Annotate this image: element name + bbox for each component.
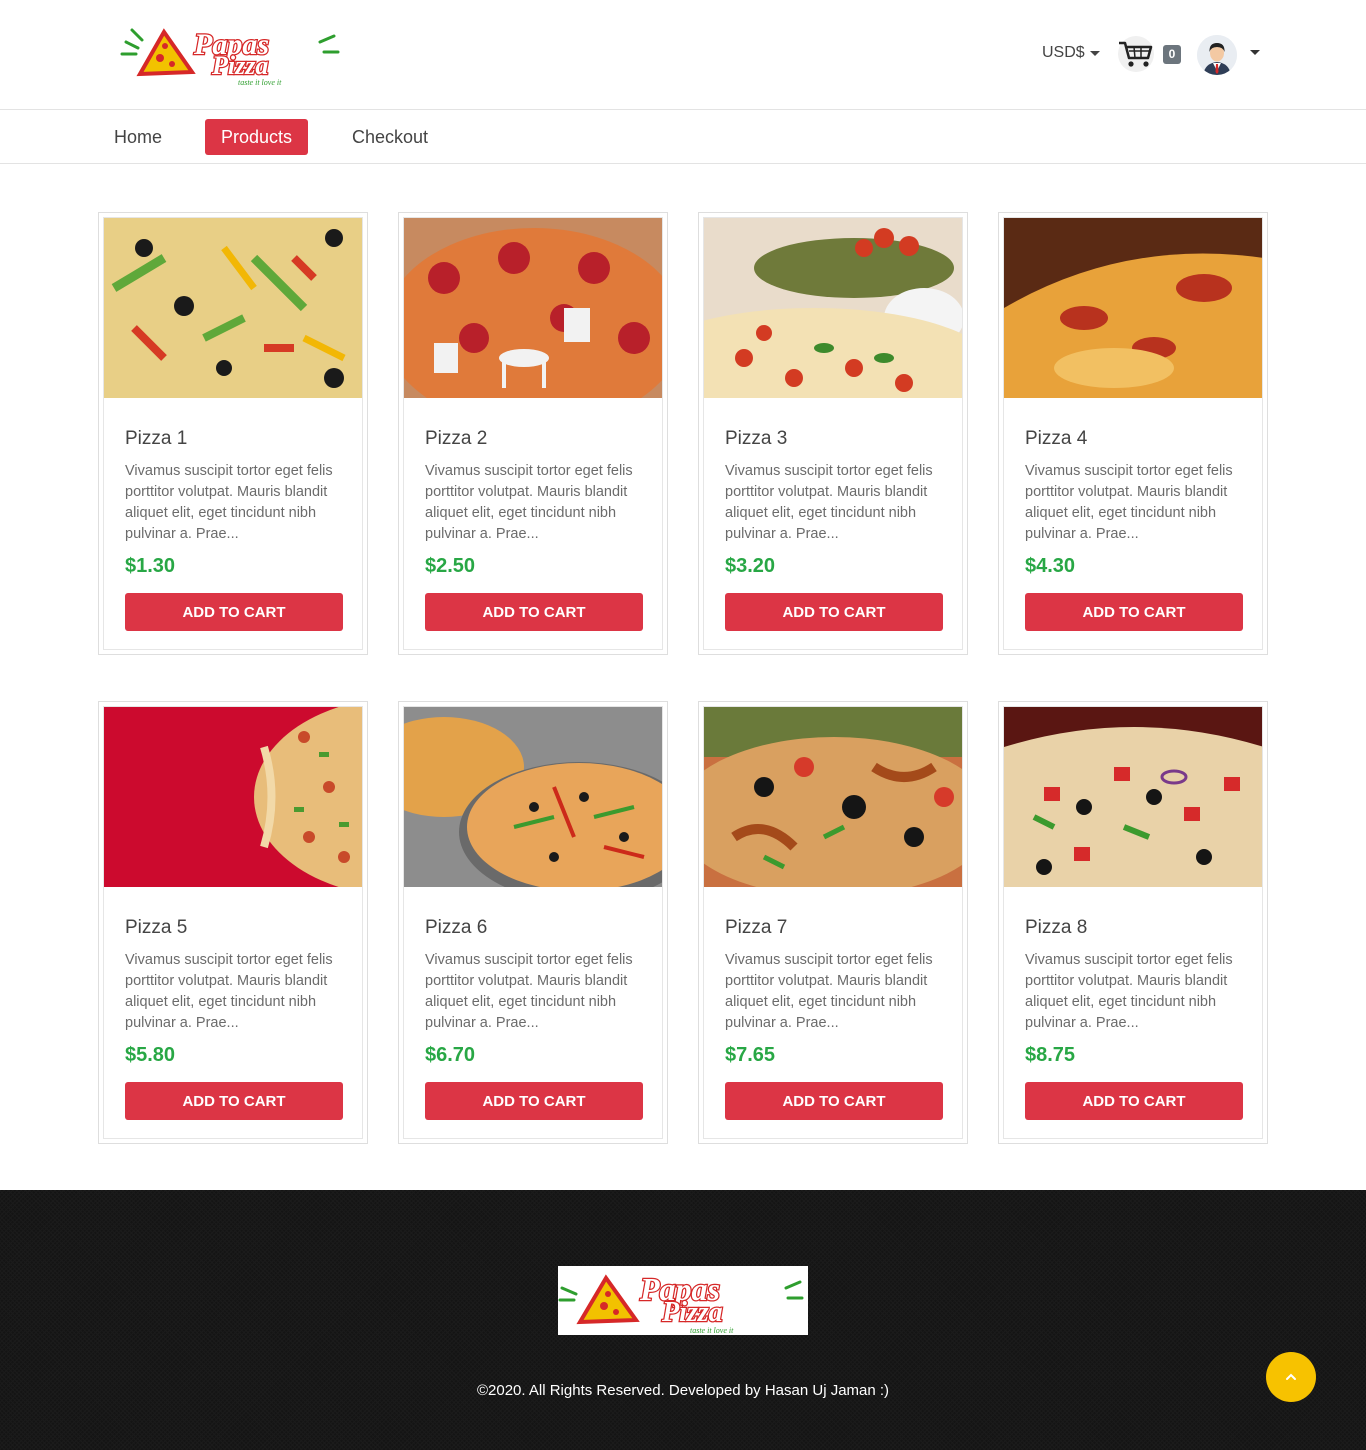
svg-text:Pizza: Pizza — [661, 1297, 723, 1328]
product-description: Vivamus suscipit tortor eget felis portt… — [725, 463, 933, 542]
product-title[interactable]: Pizza 3 — [725, 428, 787, 450]
product-title[interactable]: Pizza 1 — [125, 428, 187, 450]
product-description: Vivamus suscipit tortor eget felis portt… — [725, 952, 933, 1031]
user-menu-caret-icon[interactable] — [1250, 50, 1260, 55]
add-to-cart-button[interactable]: ADD TO CART — [425, 1082, 643, 1120]
product-price: $7.65 — [725, 1044, 776, 1066]
product-price: $1.30 — [125, 555, 176, 577]
product-card: Pizza 2 Vivamus suscipit tortor eget fel… — [398, 212, 668, 655]
nav-checkout[interactable]: Checkout — [336, 119, 444, 155]
currency-selector[interactable]: USD$ — [1042, 44, 1100, 62]
product-price: $5.80 — [125, 1044, 176, 1066]
add-to-cart-button[interactable]: ADD TO CART — [1025, 593, 1243, 631]
svg-text:Pizza: Pizza — [211, 51, 268, 80]
product-image[interactable] — [104, 218, 363, 398]
product-card: Pizza 6 Vivamus suscipit tortor eget fel… — [398, 701, 668, 1144]
product-title[interactable]: Pizza 7 — [725, 917, 787, 939]
product-card-body: Pizza 3 Vivamus suscipit tortor eget fel… — [703, 217, 963, 650]
top-header: Papas Pizza taste it love it USD$ 0 — [0, 0, 1366, 110]
product-card-body: Pizza 8 Vivamus suscipit tortor eget fel… — [1003, 706, 1263, 1139]
product-image[interactable] — [404, 707, 663, 887]
product-description: Vivamus suscipit tortor eget felis portt… — [125, 952, 333, 1031]
product-image[interactable] — [104, 707, 363, 887]
product-card-body: Pizza 2 Vivamus suscipit tortor eget fel… — [403, 217, 663, 650]
user-avatar-icon[interactable] — [1197, 35, 1237, 75]
product-price: $8.75 — [1025, 1044, 1076, 1066]
product-description: Vivamus suscipit tortor eget felis portt… — [425, 463, 633, 542]
product-card-body: Pizza 5 Vivamus suscipit tortor eget fel… — [103, 706, 363, 1139]
product-price: $4.30 — [1025, 555, 1076, 577]
product-description: Vivamus suscipit tortor eget felis portt… — [425, 952, 633, 1031]
product-card-body: Pizza 4 Vivamus suscipit tortor eget fel… — [1003, 217, 1263, 650]
scroll-to-top-button[interactable] — [1266, 1352, 1316, 1402]
product-title[interactable]: Pizza 8 — [1025, 917, 1087, 939]
product-card: Pizza 4 Vivamus suscipit tortor eget fel… — [998, 212, 1268, 655]
nav-products[interactable]: Products — [205, 119, 309, 155]
main-nav: Home Products Checkout — [0, 111, 1366, 164]
product-title[interactable]: Pizza 5 — [125, 917, 187, 939]
site-footer: Papas Pizza taste it love it ©2020. All … — [0, 1190, 1366, 1450]
product-card: Pizza 5 Vivamus suscipit tortor eget fel… — [98, 701, 368, 1144]
product-image[interactable] — [704, 707, 963, 887]
product-card: Pizza 1 Vivamus suscipit tortor eget fel… — [98, 212, 368, 655]
product-card: Pizza 8 Vivamus suscipit tortor eget fel… — [998, 701, 1268, 1144]
product-card-body: Pizza 1 Vivamus suscipit tortor eget fel… — [103, 217, 363, 650]
product-description: Vivamus suscipit tortor eget felis portt… — [1025, 952, 1233, 1031]
product-image[interactable] — [704, 218, 963, 398]
add-to-cart-button[interactable]: ADD TO CART — [1025, 1082, 1243, 1120]
footer-logo[interactable]: Papas Pizza taste it love it — [558, 1266, 808, 1335]
add-to-cart-button[interactable]: ADD TO CART — [425, 593, 643, 631]
product-price: $6.70 — [425, 1044, 476, 1066]
footer-copyright: ©2020. All Rights Reserved. Developed by… — [476, 1382, 890, 1399]
add-to-cart-button[interactable]: ADD TO CART — [725, 593, 943, 631]
product-price: $3.20 — [725, 555, 776, 577]
product-description: Vivamus suscipit tortor eget felis portt… — [1025, 463, 1233, 542]
cart-count-badge: 0 — [1163, 45, 1181, 64]
caret-down-icon — [1089, 50, 1100, 56]
currency-label: USD$ — [1042, 44, 1085, 61]
nav-home[interactable]: Home — [98, 119, 178, 155]
product-card-body: Pizza 7 Vivamus suscipit tortor eget fel… — [703, 706, 963, 1139]
add-to-cart-button[interactable]: ADD TO CART — [725, 1082, 943, 1120]
shopping-cart-icon[interactable] — [1116, 36, 1156, 72]
svg-text:taste it love it: taste it love it — [238, 78, 282, 87]
product-title[interactable]: Pizza 4 — [1025, 428, 1087, 450]
svg-text:taste it love it: taste it love it — [690, 1326, 734, 1335]
add-to-cart-button[interactable]: ADD TO CART — [125, 593, 343, 631]
product-card: Pizza 7 Vivamus suscipit tortor eget fel… — [698, 701, 968, 1144]
product-description: Vivamus suscipit tortor eget felis portt… — [125, 463, 333, 542]
product-image[interactable] — [1004, 707, 1263, 887]
product-image[interactable] — [1004, 218, 1263, 398]
product-card: Pizza 3 Vivamus suscipit tortor eget fel… — [698, 212, 968, 655]
add-to-cart-button[interactable]: ADD TO CART — [125, 1082, 343, 1120]
product-price: $2.50 — [425, 555, 476, 577]
product-image[interactable] — [404, 218, 663, 398]
product-title[interactable]: Pizza 2 — [425, 428, 487, 450]
papas-pizza-logo[interactable]: Papas Pizza taste it love it — [120, 22, 342, 88]
chevron-up-icon — [1286, 1373, 1296, 1380]
product-title[interactable]: Pizza 6 — [425, 917, 487, 939]
product-card-body: Pizza 6 Vivamus suscipit tortor eget fel… — [403, 706, 663, 1139]
